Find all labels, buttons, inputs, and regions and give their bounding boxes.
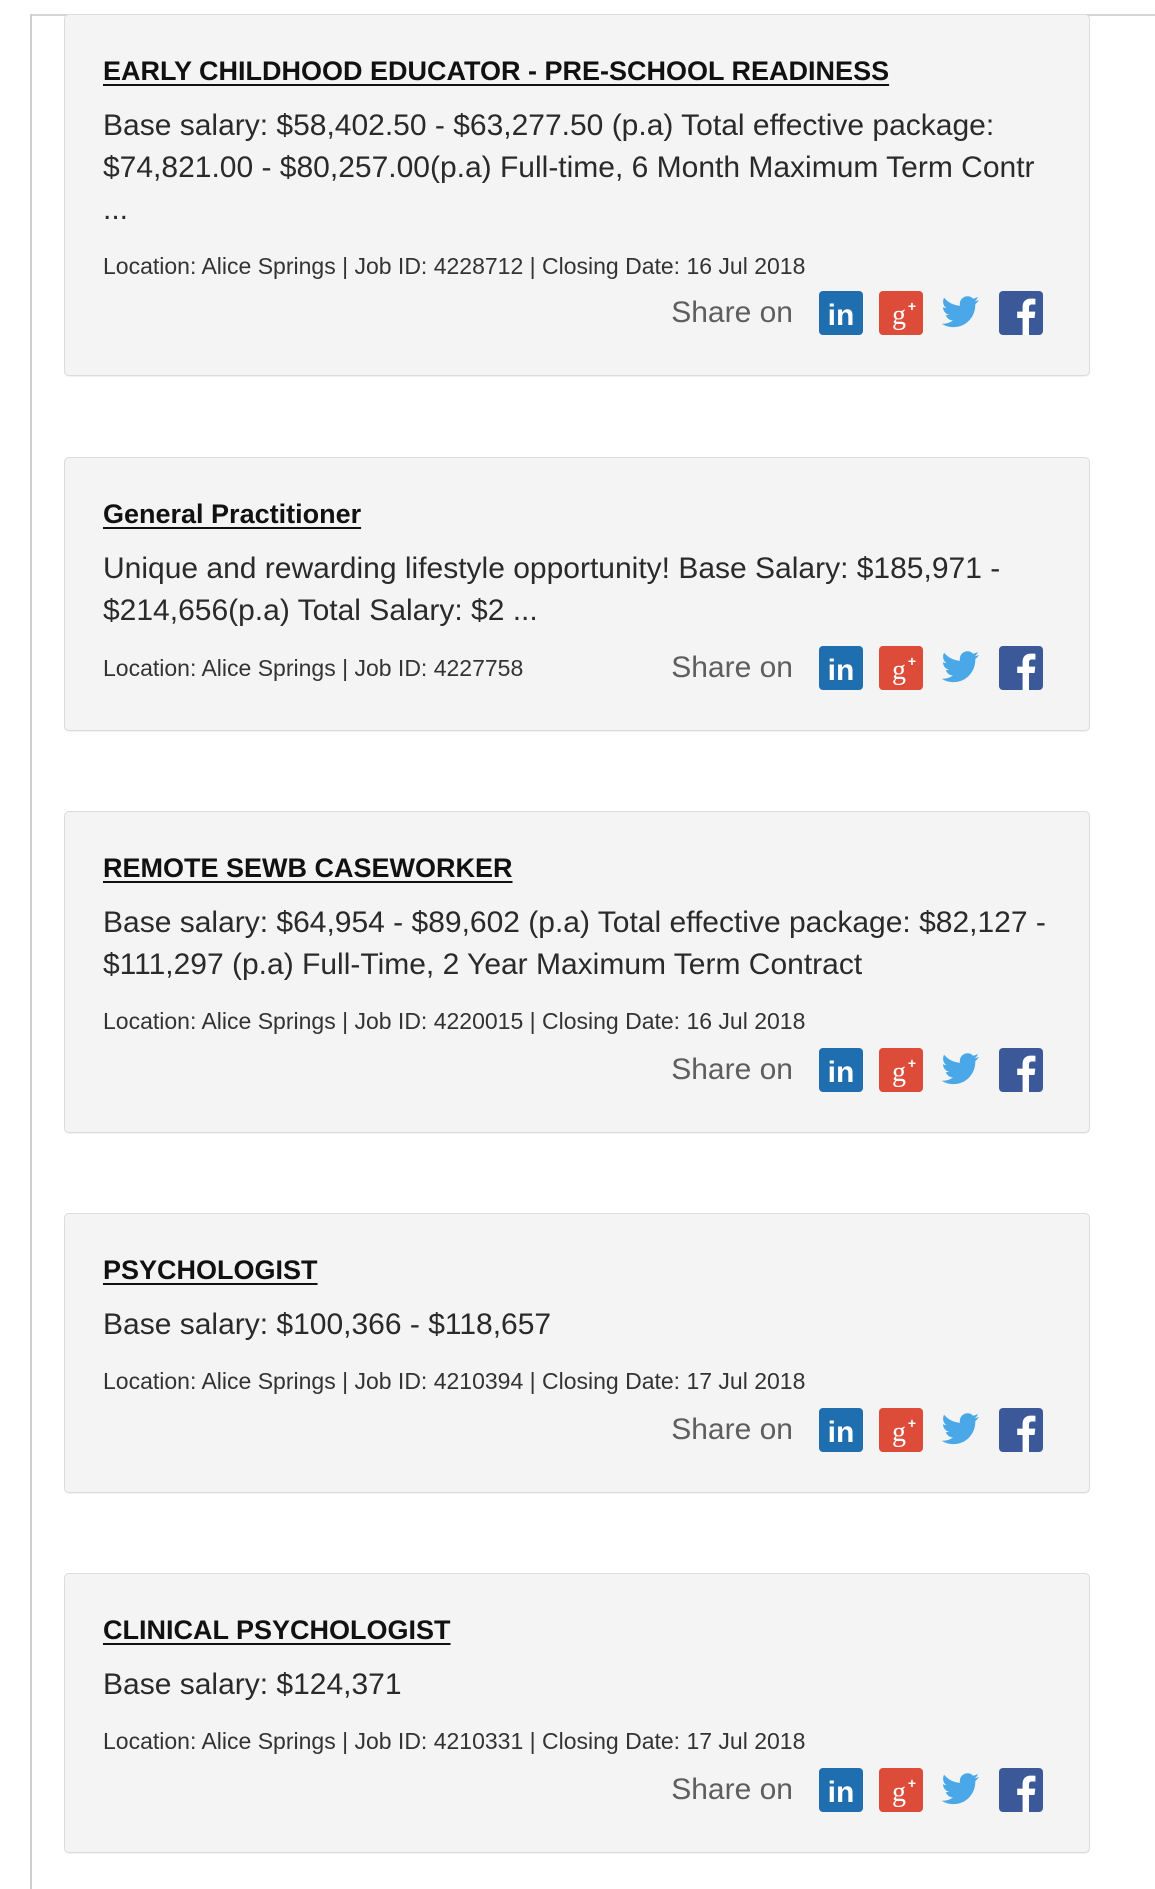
facebook-icon[interactable] [999,1048,1043,1092]
svg-text:in: in [828,299,855,332]
svg-text:in: in [828,1776,855,1809]
job-summary: Unique and rewarding lifestyle opportuni… [103,552,1001,627]
job-card: PSYCHOLOGIST Base salary: $100,366 - $11… [64,1213,1090,1493]
svg-text:+: + [908,653,916,669]
job-meta: Location: Alice Springs | Job ID: 421033… [103,1728,806,1754]
google-plus-icon[interactable]: g + [879,1408,923,1452]
job-title-link[interactable]: CLINICAL PSYCHOLOGIST [103,1615,451,1646]
job-title-link[interactable]: EARLY CHILDHOOD EDUCATOR - PRE-SCHOOL RE… [103,56,889,87]
svg-text:g: g [892,655,906,686]
svg-text:g: g [892,1777,906,1808]
twitter-icon[interactable] [939,646,983,690]
left-border [30,14,32,1889]
share-label: Share on [671,296,793,329]
twitter-icon[interactable] [939,1768,983,1812]
svg-text:in: in [828,1416,855,1449]
svg-text:g: g [892,1057,906,1088]
linkedin-icon[interactable]: in [819,1768,863,1812]
job-meta: Location: Alice Springs | Job ID: 422871… [103,253,806,279]
linkedin-icon[interactable]: in [819,646,863,690]
google-plus-icon[interactable]: g + [879,1768,923,1812]
job-card: EARLY CHILDHOOD EDUCATOR - PRE-SCHOOL RE… [64,14,1090,376]
share-label: Share on [671,1413,793,1446]
job-meta: Location: Alice Springs | Job ID: 422775… [103,655,524,681]
linkedin-icon[interactable]: in [819,1048,863,1092]
job-summary: Base salary: $64,954 - $89,602 (p.a) Tot… [103,906,1046,981]
google-plus-icon[interactable]: g + [879,1048,923,1092]
twitter-icon[interactable] [939,1408,983,1452]
facebook-icon[interactable] [999,1768,1043,1812]
svg-text:+: + [908,298,916,314]
job-title-link[interactable]: PSYCHOLOGIST [103,1255,318,1286]
job-title-link[interactable]: REMOTE SEWB CASEWORKER [103,853,513,884]
share-row: Share on in g + [671,1768,1043,1812]
svg-text:+: + [908,1055,916,1071]
svg-text:in: in [828,654,855,687]
share-label: Share on [671,651,793,684]
share-label: Share on [671,1773,793,1806]
svg-text:+: + [908,1775,916,1791]
share-label: Share on [671,1053,793,1086]
job-meta: Location: Alice Springs | Job ID: 421039… [103,1368,806,1394]
svg-text:g: g [892,1417,906,1448]
linkedin-icon[interactable]: in [819,291,863,335]
share-row: Share on in g + [671,1048,1043,1092]
job-summary: Base salary: $124,371 [103,1668,402,1701]
facebook-icon[interactable] [999,646,1043,690]
linkedin-icon[interactable]: in [819,1408,863,1452]
google-plus-icon[interactable]: g + [879,291,923,335]
facebook-icon[interactable] [999,291,1043,335]
svg-text:g: g [892,300,906,331]
job-card: CLINICAL PSYCHOLOGIST Base salary: $124,… [64,1573,1090,1853]
share-row: Share on in g + [671,291,1043,335]
job-summary: Base salary: $58,402.50 - $63,277.50 (p.… [103,109,1035,226]
svg-text:+: + [908,1415,916,1431]
share-row: Share on in g + [671,1408,1043,1452]
job-meta: Location: Alice Springs | Job ID: 422001… [103,1008,806,1034]
job-card: REMOTE SEWB CASEWORKER Base salary: $64,… [64,811,1090,1133]
job-summary: Base salary: $100,366 - $118,657 [103,1308,552,1341]
google-plus-icon[interactable]: g + [879,646,923,690]
job-title-link[interactable]: General Practitioner [103,499,361,530]
twitter-icon[interactable] [939,291,983,335]
svg-text:in: in [828,1056,855,1089]
share-row: Share on in g + [671,646,1043,690]
twitter-icon[interactable] [939,1048,983,1092]
job-card: General Practitioner Unique and rewardin… [64,457,1090,731]
facebook-icon[interactable] [999,1408,1043,1452]
